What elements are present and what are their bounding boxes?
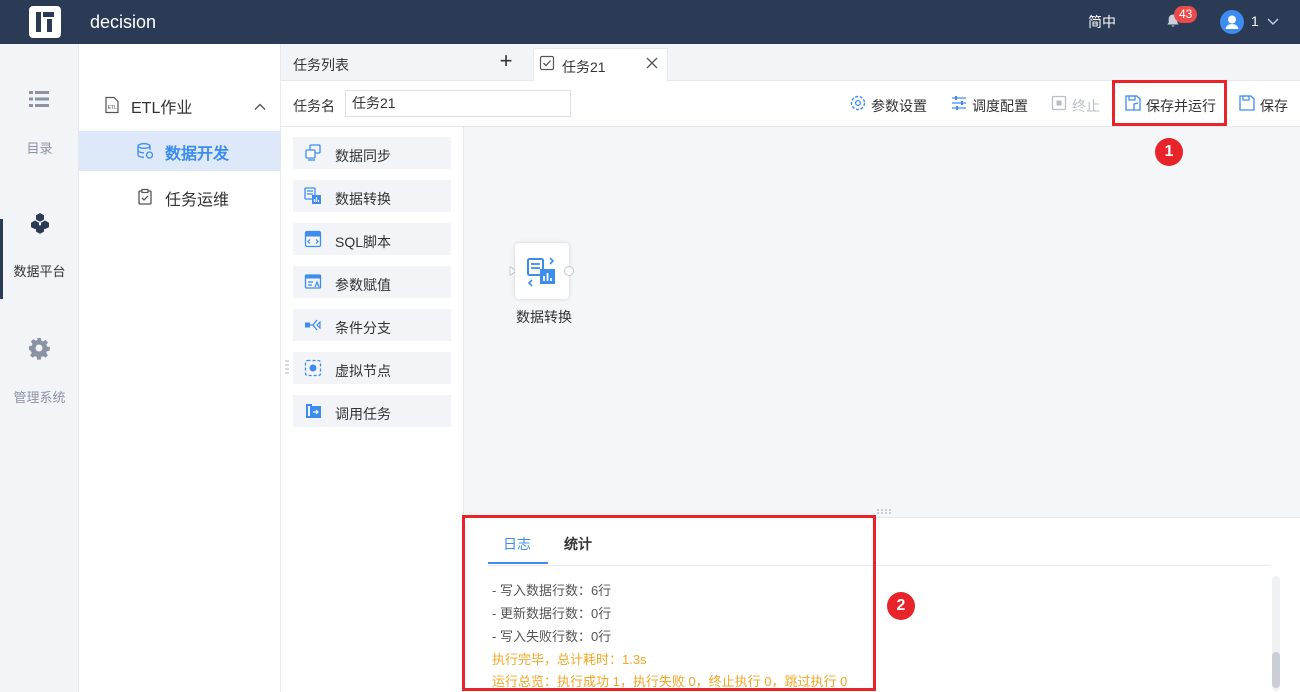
top-bar: decision 简中 43 1 [0,0,1300,44]
palette-item-call-task[interactable]: 调用任务 [293,395,451,427]
clipboard-check-icon [138,188,152,205]
palette-item-condition-branch[interactable]: 条件分支 [293,309,451,341]
button-label: 终止 [1072,98,1100,114]
palette-item-sql-script[interactable]: SQL脚本 [293,223,451,255]
palette-item-label: 虚拟节点 [335,363,391,379]
branch-icon [305,319,321,331]
stop-icon [1051,95,1067,111]
tab-label: 任务21 [562,59,606,75]
user-icon [1225,15,1239,29]
palette-item-virtual-node[interactable]: 虚拟节点 [293,352,451,384]
palette-item-data-sync[interactable]: 数据同步 [293,137,451,169]
palette-item-label: 参数赋值 [335,277,391,293]
tab-label: 任务列表 [293,57,349,73]
save-button[interactable]: 保存 [1238,93,1290,115]
tab-bar: 任务列表 + 任务21 [281,44,1300,82]
save-icon [1239,95,1255,111]
menu-item-label: 数据开发 [165,146,230,163]
avatar[interactable] [1220,10,1244,34]
database-icon [137,143,154,159]
output-port[interactable] [564,266,574,276]
nav-item-catalog[interactable]: 目录 [0,74,79,156]
palette-item-label: 调用任务 [335,406,391,422]
nav-item-label: 数据平台 [13,264,66,279]
param-assign-icon [304,274,322,289]
highlight-box-log [462,515,876,691]
palette-item-label: SQL脚本 [335,234,392,250]
checkbox-checked-icon [539,55,555,71]
call-task-icon [306,404,321,418]
annotation-marker-1: 1 [1155,138,1183,166]
menu-item-label: 任务运维 [165,192,230,209]
palette-item-param-assign[interactable]: 参数赋值 [293,266,451,298]
gear-outline-icon [850,95,866,111]
app-title: decision [90,12,157,32]
close-icon[interactable] [644,55,660,71]
svg-text:ETL: ETL [108,105,117,111]
add-tab-button[interactable]: + [495,50,517,73]
data-transform-icon [527,257,555,287]
task-name-input[interactable]: 任务21 [345,90,571,117]
splitter-handle-icon[interactable] [876,508,892,514]
secondary-nav: ETL ETL作业 数据开发 任务运维 [79,44,281,692]
menu-group-etl[interactable]: ETL ETL作业 [79,88,281,128]
sql-script-icon [304,230,322,248]
nav-item-data-platform[interactable]: 数据平台 [0,213,79,299]
chevron-down-icon[interactable] [1266,14,1280,28]
language-switcher[interactable]: 简中 [1088,12,1116,32]
flow-canvas[interactable]: 数据转换 [464,127,1300,517]
button-label: 调度配置 [972,98,1028,114]
menu-item-data-development[interactable]: 数据开发 [79,131,281,171]
palette-item-label: 数据同步 [335,148,391,164]
virtual-node-icon [304,359,322,377]
primary-nav: 目录 数据平台 管理系统 [0,44,79,692]
scrollbar-thumb[interactable] [1272,652,1280,688]
app-logo[interactable] [29,6,61,38]
sliders-icon [952,96,966,110]
nav-item-management[interactable]: 管理系统 [0,324,79,405]
etl-file-icon: ETL [105,96,119,114]
chevron-up-icon[interactable] [253,100,267,114]
stop-button[interactable]: 终止 [1050,93,1102,115]
data-transform-icon [304,187,321,204]
button-label: 参数设置 [871,98,927,114]
flow-node-data-transform[interactable] [515,243,569,299]
tab-task-list[interactable]: 任务列表 [281,44,531,81]
menu-group-label: ETL作业 [131,100,193,117]
list-icon [29,91,49,107]
schedule-config-button[interactable]: 调度配置 [950,93,1030,115]
palette-item-label: 数据转换 [335,191,391,207]
notification-badge: 43 [1174,6,1198,23]
button-label: 保存 [1260,98,1288,114]
param-settings-button[interactable]: 参数设置 [849,93,929,115]
highlight-box-save-run [1112,80,1227,126]
nav-item-label: 目录 [26,141,53,156]
component-palette: 数据同步 数据转换 SQL脚本 参数赋值 条件分支 虚拟节点 调用任务 [281,127,464,692]
cube-icon [31,213,49,234]
tab-task-21[interactable]: 任务21 [533,48,668,82]
nav-item-label: 管理系统 [13,390,66,405]
menu-item-task-operations[interactable]: 任务运维 [79,177,281,217]
flow-node-label: 数据转换 [516,309,572,325]
palette-item-label: 条件分支 [335,320,391,336]
palette-item-data-transform[interactable]: 数据转换 [293,180,451,212]
task-name-label: 任务名 [293,98,335,114]
data-sync-icon [305,144,321,161]
annotation-marker-2: 2 [887,592,915,620]
resize-grip-icon[interactable] [285,359,289,375]
user-name[interactable]: 1 [1251,13,1259,29]
gear-icon [29,338,50,360]
